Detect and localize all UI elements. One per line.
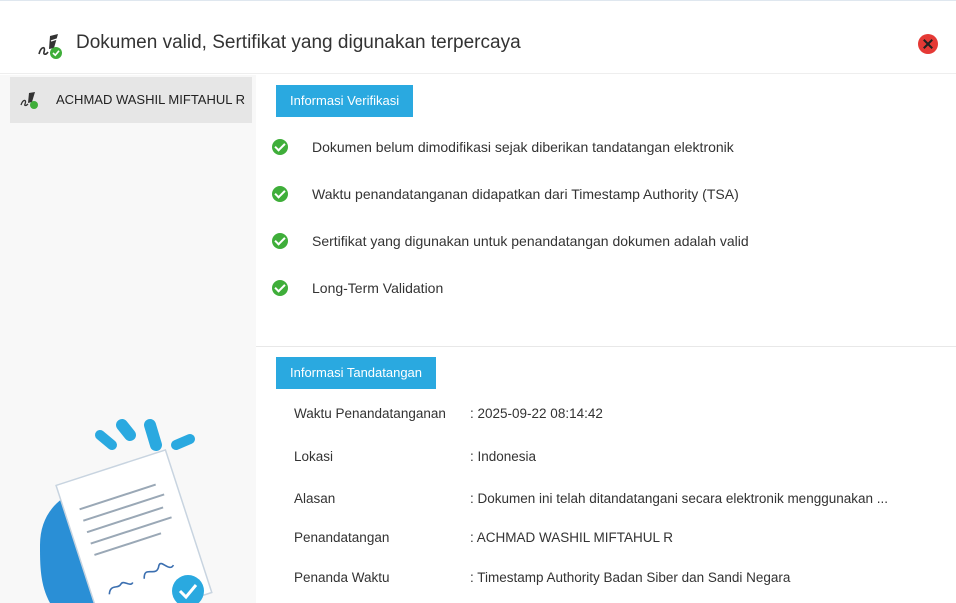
check-circle-icon bbox=[272, 280, 288, 296]
tab-informasi-verifikasi[interactable]: Informasi Verifikasi bbox=[276, 85, 414, 117]
check-circle-icon bbox=[272, 139, 288, 155]
dialog-title: Dokumen valid, Sertifikat yang digunakan… bbox=[76, 32, 521, 53]
verification-check-text: Dokumen belum dimodifikasi sejak diberik… bbox=[312, 139, 734, 155]
dialog-header: Dokumen valid, Sertifikat yang digunakan… bbox=[0, 14, 956, 74]
signature-info-value: : Indonesia bbox=[470, 449, 537, 464]
signer-sidebar: ACHMAD WASHIL MIFTAHUL R bbox=[0, 75, 256, 603]
sidebar-item-label: ACHMAD WASHIL MIFTAHUL R bbox=[56, 92, 245, 107]
verification-check-text: Long-Term Validation bbox=[312, 280, 444, 296]
signature-info-key: Waktu Penandatanganan bbox=[294, 406, 446, 421]
signature-valid-icon bbox=[38, 34, 62, 59]
check-circle-icon bbox=[272, 186, 288, 202]
verification-dialog: Dokumen valid, Sertifikat yang digunakan… bbox=[0, 0, 956, 603]
window-top-edge bbox=[0, 0, 956, 10]
signature-info-key: Lokasi bbox=[294, 449, 334, 464]
verification-check-text: Waktu penandatanganan didapatkan dari Ti… bbox=[312, 186, 739, 202]
signature-info-key: Penandatangan bbox=[294, 530, 390, 545]
main-panel: Informasi Verifikasi Dokumen belum dimod… bbox=[256, 75, 956, 603]
signature-info-key: Alasan bbox=[294, 491, 336, 506]
signature-info-value: : 2025-09-22 08:14:42 bbox=[470, 406, 603, 421]
verification-check-text: Sertifikat yang digunakan untuk penandat… bbox=[312, 233, 749, 249]
signature-info-value: : Timestamp Authority Badan Siber dan Sa… bbox=[470, 570, 791, 585]
check-circle-icon bbox=[272, 233, 288, 249]
sidebar-item-signer[interactable]: ACHMAD WASHIL MIFTAHUL R bbox=[10, 77, 252, 123]
signature-info-value: : ACHMAD WASHIL MIFTAHUL R bbox=[470, 530, 674, 545]
tab-informasi-tandatangan[interactable]: Informasi Tandatangan bbox=[276, 357, 437, 389]
section-divider bbox=[256, 346, 956, 347]
signature-info-value: : Dokumen ini telah ditandatangani secar… bbox=[470, 491, 889, 506]
signature-valid-icon bbox=[20, 92, 38, 109]
signature-info-key: Penanda Waktu bbox=[294, 570, 390, 585]
document-verified-illustration bbox=[40, 419, 213, 603]
close-icon[interactable] bbox=[918, 34, 938, 54]
